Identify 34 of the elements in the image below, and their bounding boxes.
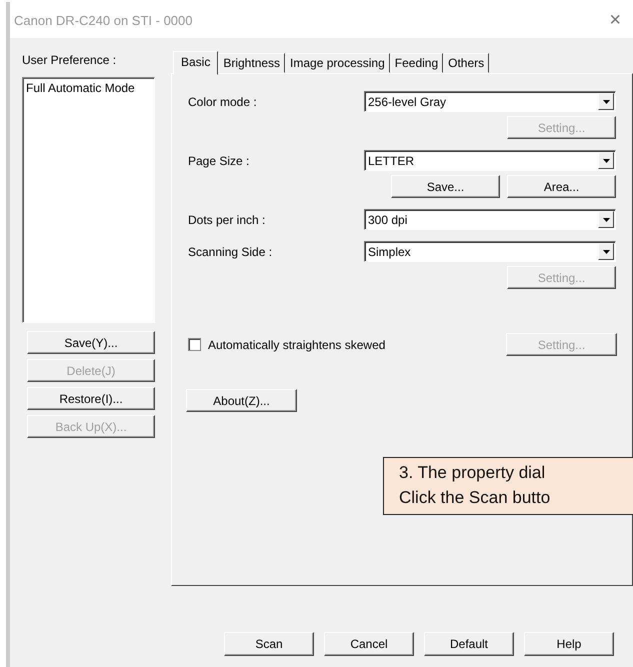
checkbox[interactable] [188, 338, 201, 351]
dropdown-arrow-icon [602, 158, 610, 162]
tab[interactable]: Basic [173, 51, 218, 75]
field-label: Page Size : [188, 154, 250, 168]
tab[interactable]: Feeding [390, 53, 444, 73]
preference-button[interactable]: Restore(I)... [27, 387, 155, 410]
tab[interactable]: Image processing [285, 53, 390, 73]
field-label: Color mode : [188, 94, 258, 108]
about-button[interactable]: About(Z)... [186, 389, 297, 412]
dropdown-arrow-icon [602, 100, 610, 104]
close-button[interactable]: × [609, 8, 621, 32]
preference-item[interactable]: Full Automatic Mode [26, 80, 151, 96]
dropdown[interactable]: LETTER [364, 150, 616, 171]
dropdown[interactable]: 300 dpi [364, 209, 616, 230]
user-preference-label: User Preference : [22, 53, 116, 67]
dialog-button[interactable]: Help [524, 632, 614, 656]
dropdown[interactable]: 256-level Gray [364, 91, 616, 112]
field-label: Dots per inch : [188, 212, 266, 226]
tab[interactable]: Others [443, 53, 490, 73]
tab[interactable]: Brightness [218, 53, 286, 73]
setting-button[interactable]: Area... [507, 175, 616, 198]
preference-button[interactable]: Save(Y)... [27, 331, 155, 354]
setting-button[interactable]: Save... [391, 175, 500, 198]
dialog-button[interactable]: Cancel [324, 632, 414, 656]
callout-note: 3. The property dial Click the Scan butto [383, 457, 633, 515]
dialog-button[interactable]: Default [424, 632, 514, 656]
field-label: Scanning Side : [188, 244, 274, 258]
preference-list[interactable]: Full Automatic Mode [22, 77, 155, 323]
checkbox-label: Automatically straightens skewed [208, 338, 386, 352]
dropdown[interactable]: Simplex [364, 241, 616, 262]
dropdown-arrow-icon [602, 250, 610, 254]
window-title: Canon DR-C240 on STI - 0000 [14, 12, 192, 28]
dialog-button[interactable]: Scan [224, 632, 314, 656]
dropdown-arrow-icon [602, 218, 610, 222]
